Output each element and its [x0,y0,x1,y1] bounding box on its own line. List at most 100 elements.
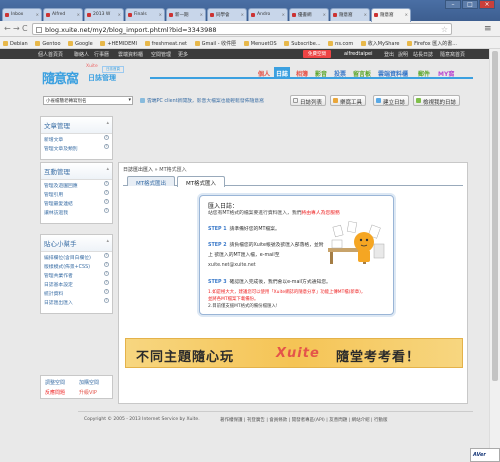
bookmark-item[interactable]: freshmeat.net [142,38,190,47]
buy-space-link[interactable]: 加購空間 [79,379,99,386]
browser-tab[interactable]: Alfred × [43,8,83,21]
sidebar-item-manage-trackback[interactable]: 管理引用? [41,189,112,198]
panel-title[interactable]: 貼心小幫手 ▴ [41,235,112,252]
bookmark-item[interactable]: MenuetOS [241,38,280,47]
close-tab-icon[interactable]: × [159,12,162,17]
collapse-icon[interactable]: ▴ [106,120,109,126]
collapse-icon[interactable]: ▴ [106,166,109,172]
service-cloud[interactable]: 雲端資料櫃 [376,67,410,78]
register-button[interactable]: 免費空間 [303,50,331,58]
blog-list-button[interactable]: 日誌列表 [290,95,327,106]
sidebar-item-import-export[interactable]: 日誌匯出匯入? [41,297,112,306]
help-icon[interactable]: ? [104,181,109,186]
admin-log-link[interactable]: 站長日誌 [413,51,433,58]
footer-link[interactable]: 網站介紹 [352,418,370,423]
topbar-link[interactable]: 雲端資料櫃 [118,51,143,58]
footer-link[interactable]: 著作權保護 [220,418,243,423]
service-album[interactable]: 相簿 [294,67,310,78]
help-icon[interactable]: ? [104,253,109,258]
bookmark-item[interactable]: Google [65,38,96,47]
bookmark-star-icon[interactable]: ☆ [441,25,448,34]
breadcrumb-item[interactable]: 日誌匯出匯入 [123,167,153,173]
help-icon[interactable]: ? [104,135,109,140]
help-icon[interactable]: ? [104,262,109,267]
service-vote[interactable]: 投票 [332,67,348,78]
footer-link[interactable]: 刊登廣告 [247,418,265,423]
close-tab-icon[interactable]: × [405,12,408,17]
browser-tab[interactable]: Andro × [248,8,288,21]
blog-select[interactable]: 小雀檔簡老轉寫別名 ▾ [43,96,133,105]
forward-icon[interactable]: → [13,24,20,34]
help-icon[interactable]: ? [104,190,109,195]
maximize-icon[interactable]: □ [462,0,478,9]
bookmark-item[interactable]: Debian [0,38,31,47]
topbar-link[interactable]: 更多 [178,51,188,58]
username[interactable]: alfredtaipei [344,51,372,57]
service-blog[interactable]: 日誌 [274,67,291,78]
panel-title[interactable]: 文章管理 ▴ [41,117,112,134]
collapse-icon[interactable]: ▴ [106,238,109,244]
promo-banner[interactable]: 不同主題隨心玩 Xuite 隨堂考考看！ [125,338,463,368]
bookmark-item[interactable]: Gentoo [32,38,63,47]
browser-tab[interactable]: 隨意窩 × [330,8,370,21]
sidebar-item-visitors[interactable]: 讓林訪過我? [41,207,112,216]
close-tab-icon[interactable]: × [118,12,121,17]
contact-email[interactable]: xuite.net@xuite.net [208,263,256,268]
service-mail[interactable]: 郵件 [416,67,432,78]
sidebar-item-manage-links[interactable]: 管理最愛連結? [41,198,112,207]
view-blog-button[interactable]: 檢視我的日誌 [413,95,461,106]
tools-button[interactable]: 樂窩工具 [330,95,367,106]
bookmark-item[interactable]: Firefox 匯入的書... [404,37,460,47]
browser-tab[interactable]: 優書網 × [289,8,329,21]
close-tab-icon[interactable]: × [282,12,285,17]
browser-tab[interactable]: 同學會 × [207,8,247,21]
sidebar-item-manage-articles[interactable]: 管理文章及類別? [41,143,112,152]
topbar-link[interactable]: 行事曆 [94,51,109,58]
xuite-home-link[interactable]: 隨意窩首頁 [440,51,465,58]
sidebar-item-layout[interactable]: 編排欄位(含目白欄位)? [41,252,112,261]
bookmark-item[interactable]: 收入MyShare [358,37,403,47]
bookmark-item[interactable]: +HEMIDEMI [97,38,140,47]
create-blog-button[interactable]: 建立日誌 [373,95,410,106]
browser-tab[interactable]: 新一期 × [166,8,206,21]
upgrade-vip-link[interactable]: 升級VIP [79,389,97,396]
browser-tab[interactable]: 2013 W × [84,8,124,21]
footer-link[interactable]: 友善問題 [329,418,347,423]
url-input[interactable]: blog.xuite.net/my2/blog_import.phtml?bid… [32,23,452,35]
help-icon[interactable]: ? [104,289,109,294]
help-icon[interactable]: ? [104,271,109,276]
menu-icon[interactable]: ≡ [484,24,494,34]
bookmark-item[interactable]: Gmail - 收件匣 [192,37,240,47]
bookmark-item[interactable]: ns.com [325,38,356,47]
help-icon[interactable]: ? [104,208,109,213]
close-window-icon[interactable]: × [479,0,495,9]
footer-link[interactable]: 行動版 [374,418,388,423]
sidebar-item-new-article[interactable]: 新增文章? [41,134,112,143]
sidebar-item-stats[interactable]: 統計資料? [41,288,112,297]
close-tab-icon[interactable]: × [36,12,39,17]
help-icon[interactable]: ? [104,144,109,149]
browser-tab[interactable]: Inbox × [2,8,42,21]
footer-link[interactable]: 開發者專區(API) [292,418,325,423]
sidebar-item-theme[interactable]: 版樣模式(佈景+CSS)? [41,261,112,270]
back-icon[interactable]: ← [4,24,11,34]
topbar-link[interactable]: 個人首頁頁 [38,51,63,58]
browser-tab[interactable]: Finals × [125,8,165,21]
logout-link[interactable]: 登出 [384,51,394,58]
panel-title[interactable]: 互動管理 ▴ [41,163,112,180]
reload-icon[interactable]: C [22,24,28,34]
close-tab-icon[interactable]: × [241,12,244,17]
close-tab-icon[interactable]: × [77,12,80,17]
report-problem-link[interactable]: 反應問題 [45,389,65,396]
sidebar-item-manage-comments[interactable]: 管理及遊園回應? [41,180,112,189]
footer-link[interactable]: 會員條款 [269,418,287,423]
help-icon[interactable]: ? [104,199,109,204]
xuite-logo[interactable]: Xuite 日誌首頁 隨意窩 日誌管理 [42,64,126,96]
help-link[interactable]: 說明 [398,51,408,58]
topbar-link[interactable]: 空間管理 [151,51,171,58]
sidebar-item-coauthors[interactable]: 管理共業作者? [41,270,112,279]
close-tab-icon[interactable]: × [364,12,367,17]
service-video[interactable]: 影音 [313,67,329,78]
service-personal[interactable]: 個人 [256,67,272,78]
bookmark-item[interactable]: Subscribe... [281,38,323,47]
